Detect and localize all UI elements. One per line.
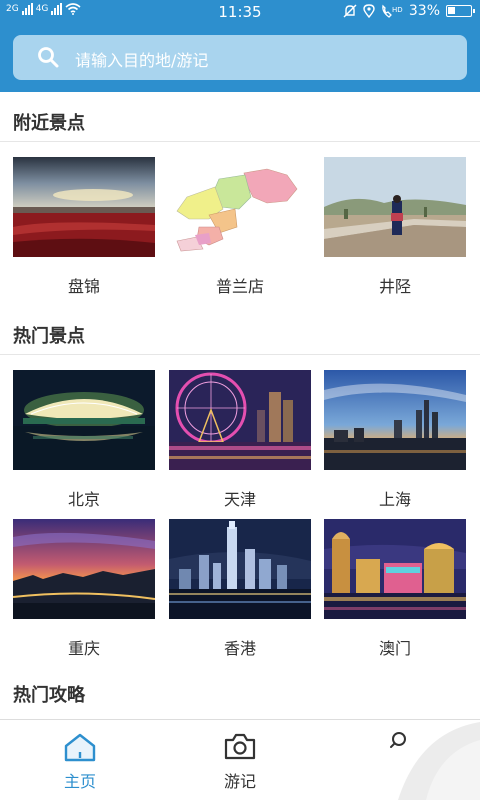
jingxing-photo	[324, 157, 466, 257]
hongkong-photo	[169, 519, 311, 619]
hot-section-title: 热门景点	[13, 326, 85, 347]
card-label: 普兰店	[215, 277, 264, 296]
hd-call-icon: HD	[382, 4, 403, 18]
hot-card-beijing[interactable]: 北京	[13, 370, 155, 510]
card-label: 天津	[223, 490, 256, 509]
header-bar: 2G 4G 11:35 HD 33% 请输入目的地/游记	[0, 0, 480, 92]
search-icon	[38, 47, 59, 68]
shanghai-photo	[324, 370, 466, 470]
card-label: 北京	[67, 490, 100, 509]
macau-photo	[324, 519, 466, 619]
battery-level	[448, 7, 455, 14]
location-icon	[363, 4, 375, 18]
page-curl-overlay	[398, 722, 480, 800]
pulandian-map	[169, 157, 311, 257]
tab-travelogue-label: 游记	[223, 772, 256, 791]
search-bar[interactable]: 请输入目的地/游记	[13, 35, 467, 80]
card-label: 井陉	[378, 277, 411, 296]
panjin-photo	[13, 157, 155, 257]
card-label: 重庆	[67, 639, 100, 658]
card-label: 盘锦	[67, 277, 100, 296]
camera-icon	[224, 733, 256, 760]
hot-card-macau[interactable]: 澳门	[324, 519, 466, 659]
tab-home-label: 主页	[63, 772, 96, 791]
tianjin-photo	[169, 370, 311, 470]
nearby-card-pulandian[interactable]: 普兰店	[169, 157, 311, 297]
home-icon	[64, 733, 96, 762]
alarm-off-icon	[343, 4, 357, 18]
battery-percent: 33%	[408, 3, 440, 19]
app-root: 2G 4G 11:35 HD 33% 请输入目的地/游记 附近景点 盘锦 普兰店…	[0, 0, 480, 800]
hot-card-chongqing[interactable]: 重庆	[13, 519, 155, 659]
card-label: 澳门	[378, 639, 411, 658]
hot-card-hongkong[interactable]: 香港	[169, 519, 311, 659]
hot-card-shanghai[interactable]: 上海	[324, 370, 466, 510]
beijing-photo	[13, 370, 155, 470]
tab-travelogue[interactable]: 游记	[180, 720, 300, 800]
hot-card-tianjin[interactable]: 天津	[169, 370, 311, 510]
battery-icon	[446, 5, 475, 17]
chongqing-photo	[13, 519, 155, 619]
nearby-card-panjin[interactable]: 盘锦	[13, 157, 155, 297]
tab-home[interactable]: 主页	[20, 720, 140, 800]
section-divider	[0, 354, 480, 355]
svg-text:HD: HD	[392, 6, 403, 14]
nearby-card-jingxing[interactable]: 井陉	[324, 157, 466, 297]
card-label: 上海	[378, 490, 411, 509]
search-placeholder: 请输入目的地/游记	[75, 51, 209, 70]
status-icons: HD 33%	[343, 3, 475, 19]
status-bar: 2G 4G 11:35 HD 33%	[0, 0, 480, 24]
nearby-section-title: 附近景点	[13, 113, 85, 134]
guides-section-title: 热门攻略	[13, 685, 85, 706]
card-label: 香港	[223, 639, 256, 658]
section-divider	[0, 141, 480, 142]
